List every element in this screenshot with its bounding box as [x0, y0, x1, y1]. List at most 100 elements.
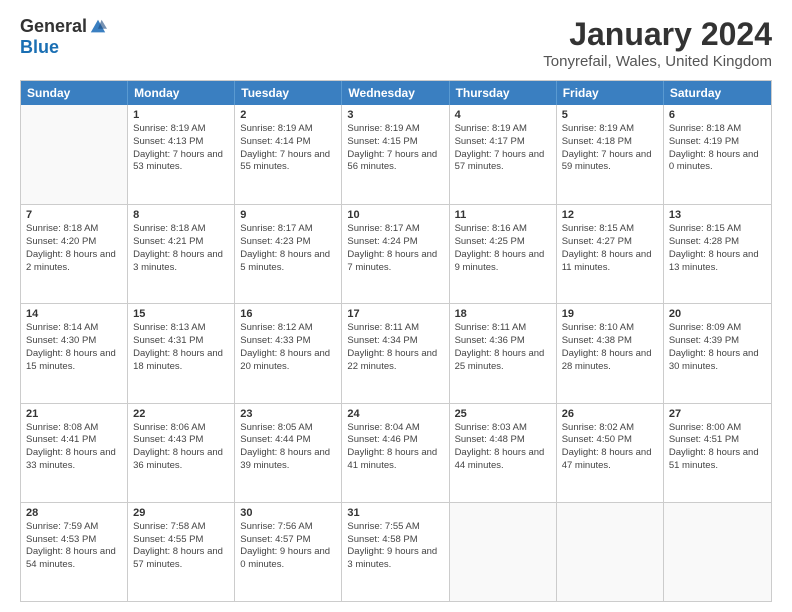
sunrise-text: Sunrise: 7:59 AM	[26, 521, 122, 534]
day-number: 7	[26, 209, 122, 221]
week-row-1: 1Sunrise: 8:19 AMSunset: 4:13 PMDaylight…	[21, 105, 771, 204]
sunrise-text: Sunrise: 8:05 AM	[240, 422, 336, 435]
day-number: 21	[26, 408, 122, 420]
day-number: 31	[347, 507, 443, 519]
daylight-text: Daylight: 8 hours and 15 minutes.	[26, 348, 122, 374]
daylight-text: Daylight: 7 hours and 56 minutes.	[347, 149, 443, 175]
sunrise-text: Sunrise: 8:04 AM	[347, 422, 443, 435]
day-number: 22	[133, 408, 229, 420]
cal-cell-w2-d0: 7Sunrise: 8:18 AMSunset: 4:20 PMDaylight…	[21, 205, 128, 303]
day-number: 11	[455, 209, 551, 221]
daylight-text: Daylight: 8 hours and 25 minutes.	[455, 348, 551, 374]
daylight-text: Daylight: 9 hours and 3 minutes.	[347, 546, 443, 572]
header-wednesday: Wednesday	[342, 81, 449, 105]
sunrise-text: Sunrise: 8:00 AM	[669, 422, 766, 435]
cal-cell-w2-d2: 9Sunrise: 8:17 AMSunset: 4:23 PMDaylight…	[235, 205, 342, 303]
sunrise-text: Sunrise: 8:11 AM	[347, 322, 443, 335]
daylight-text: Daylight: 8 hours and 3 minutes.	[133, 249, 229, 275]
cal-cell-w1-d3: 3Sunrise: 8:19 AMSunset: 4:15 PMDaylight…	[342, 105, 449, 204]
cal-cell-w5-d4	[450, 503, 557, 601]
cal-cell-w4-d5: 26Sunrise: 8:02 AMSunset: 4:50 PMDayligh…	[557, 404, 664, 502]
sunset-text: Sunset: 4:27 PM	[562, 236, 658, 249]
day-number: 28	[26, 507, 122, 519]
daylight-text: Daylight: 8 hours and 11 minutes.	[562, 249, 658, 275]
cal-cell-w3-d5: 19Sunrise: 8:10 AMSunset: 4:38 PMDayligh…	[557, 304, 664, 402]
sunset-text: Sunset: 4:19 PM	[669, 136, 766, 149]
day-number: 12	[562, 209, 658, 221]
header-saturday: Saturday	[664, 81, 771, 105]
sunset-text: Sunset: 4:34 PM	[347, 335, 443, 348]
cal-cell-w3-d4: 18Sunrise: 8:11 AMSunset: 4:36 PMDayligh…	[450, 304, 557, 402]
cal-cell-w5-d5	[557, 503, 664, 601]
header-monday: Monday	[128, 81, 235, 105]
logo-text: General	[20, 16, 107, 37]
header: General Blue January 2024 Tonyrefail, Wa…	[20, 16, 772, 70]
daylight-text: Daylight: 9 hours and 0 minutes.	[240, 546, 336, 572]
sunrise-text: Sunrise: 8:17 AM	[347, 223, 443, 236]
daylight-text: Daylight: 7 hours and 57 minutes.	[455, 149, 551, 175]
cal-cell-w4-d6: 27 Sunrise: 8:00 AMSunset: 4:51 PMDayligh…	[664, 404, 771, 502]
sunrise-text: Sunrise: 8:08 AM	[26, 422, 122, 435]
week-row-3: 14Sunrise: 8:14 AMSunset: 4:30 PMDayligh…	[21, 303, 771, 402]
cal-cell-w4-d4: 25Sunrise: 8:03 AMSunset: 4:48 PMDayligh…	[450, 404, 557, 502]
sunrise-text: Sunrise: 8:12 AM	[240, 322, 336, 335]
sunset-text: Sunset: 4:20 PM	[26, 236, 122, 249]
day-number: 25	[455, 408, 551, 420]
sunrise-text: Sunrise: 8:18 AM	[669, 123, 766, 136]
sunset-text: Sunset: 4:31 PM	[133, 335, 229, 348]
header-thursday: Thursday	[450, 81, 557, 105]
daylight-text: Daylight: 8 hours and 44 minutes.	[455, 447, 551, 473]
sunrise-text: Sunrise: 8:15 AM	[562, 223, 658, 236]
day-number: 5	[562, 109, 658, 121]
sunset-text: Sunset: 4:46 PM	[347, 434, 443, 447]
day-number: 8	[133, 209, 229, 221]
sunset-text: Sunset: 4:30 PM	[26, 335, 122, 348]
day-number: 9	[240, 209, 336, 221]
day-number: 18	[455, 308, 551, 320]
daylight-text: Daylight: 8 hours and 28 minutes.	[562, 348, 658, 374]
cal-cell-w2-d6: 13Sunrise: 8:15 AMSunset: 4:28 PMDayligh…	[664, 205, 771, 303]
calendar-body: 1Sunrise: 8:19 AMSunset: 4:13 PMDaylight…	[21, 105, 771, 601]
calendar: Sunday Monday Tuesday Wednesday Thursday…	[20, 80, 772, 602]
sunset-text: Sunset: 4:51 PM	[669, 434, 766, 447]
cal-cell-w1-d1: 1Sunrise: 8:19 AMSunset: 4:13 PMDaylight…	[128, 105, 235, 204]
logo: General Blue	[20, 16, 107, 58]
daylight-text: Daylight: 8 hours and 7 minutes.	[347, 249, 443, 275]
sunrise-text: Sunrise: 8:18 AM	[133, 223, 229, 236]
cal-cell-w5-d0: 28Sunrise: 7:59 AMSunset: 4:53 PMDayligh…	[21, 503, 128, 601]
daylight-text: Daylight: 8 hours and 18 minutes.	[133, 348, 229, 374]
calendar-header: Sunday Monday Tuesday Wednesday Thursday…	[21, 81, 771, 105]
cal-cell-w1-d2: 2Sunrise: 8:19 AMSunset: 4:14 PMDaylight…	[235, 105, 342, 204]
daylight-text: Daylight: 7 hours and 55 minutes.	[240, 149, 336, 175]
sunrise-text: Sunrise: 8:15 AM	[669, 223, 766, 236]
sunset-text: Sunset: 4:15 PM	[347, 136, 443, 149]
cal-cell-w3-d0: 14Sunrise: 8:14 AMSunset: 4:30 PMDayligh…	[21, 304, 128, 402]
day-number: 15	[133, 308, 229, 320]
cal-cell-w2-d3: 10Sunrise: 8:17 AMSunset: 4:24 PMDayligh…	[342, 205, 449, 303]
day-number: 27	[669, 408, 766, 420]
week-row-5: 28 Sunrise: 7:59 AMSunset: 4:53 PM Dayligh…	[21, 502, 771, 601]
day-number: 10	[347, 209, 443, 221]
cal-cell-w2-d5: 12 Sunrise: 8:15 AMSunset: 4:27 PMDayligh…	[557, 205, 664, 303]
sunrise-text: Sunrise: 8:06 AM	[133, 422, 229, 435]
day-number: 26	[562, 408, 658, 420]
sunrise-text: Sunrise: 8:19 AM	[347, 123, 443, 136]
sunrise-text: Sunrise: 8:19 AM	[455, 123, 551, 136]
sunrise-text: Sunrise: 8:19 AM	[562, 123, 658, 136]
sunset-text: Sunset: 4:13 PM	[133, 136, 229, 149]
daylight-text: Daylight: 8 hours and 51 minutes.	[669, 447, 766, 473]
cal-cell-w3-d1: 15Sunrise: 8:13 AMSunset: 4:31 PMDayligh…	[128, 304, 235, 402]
daylight-text: Daylight: 8 hours and 22 minutes.	[347, 348, 443, 374]
sunrise-text: Sunrise: 8:14 AM	[26, 322, 122, 335]
sunset-text: Sunset: 4:23 PM	[240, 236, 336, 249]
cal-cell-w5-d3: 31Sunrise: 7:55 AMSunset: 4:58 PMDayligh…	[342, 503, 449, 601]
sunset-text: Sunset: 4:58 PM	[347, 534, 443, 547]
daylight-text: Daylight: 8 hours and 47 minutes.	[562, 447, 658, 473]
sunset-text: Sunset: 4:36 PM	[455, 335, 551, 348]
sunset-text: Sunset: 4:53 PM	[26, 534, 122, 547]
daylight-text: Daylight: 8 hours and 36 minutes.	[133, 447, 229, 473]
sunset-text: Sunset: 4:43 PM	[133, 434, 229, 447]
sunset-text: Sunset: 4:44 PM	[240, 434, 336, 447]
sunrise-text: Sunrise: 8:18 AM	[26, 223, 122, 236]
daylight-text: Daylight: 8 hours and 30 minutes.	[669, 348, 766, 374]
